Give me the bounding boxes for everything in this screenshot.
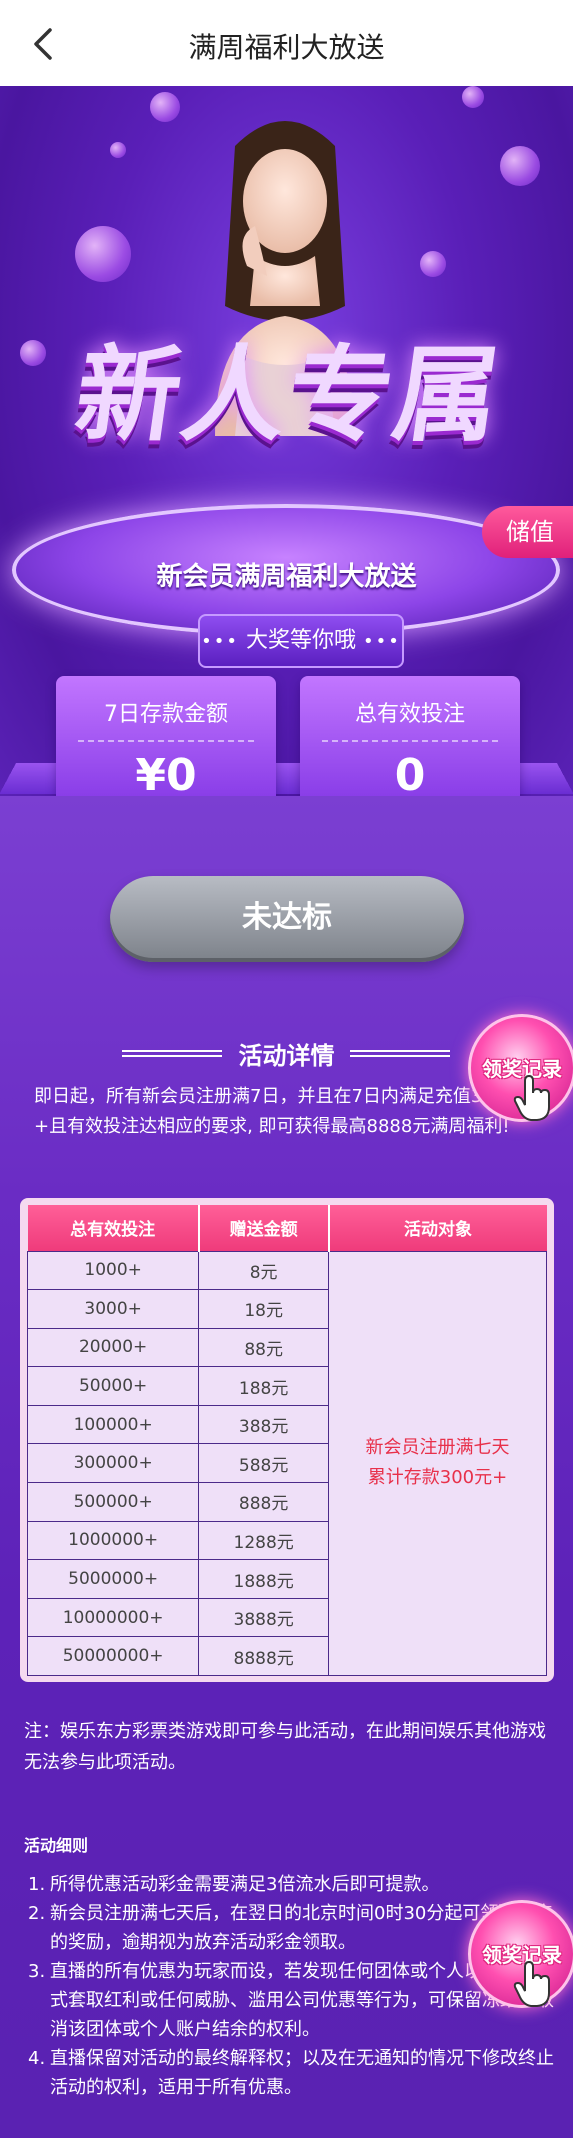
column-header: 总有效投注 xyxy=(27,1205,200,1251)
bonus-cell: 1888元 xyxy=(198,1559,330,1599)
table-row: 1000+ 8元 新会员注册满七天 累计存款300元+ xyxy=(26,1250,547,1677)
bet-cell: 100000+ xyxy=(26,1404,200,1445)
decor-bubble xyxy=(75,226,131,282)
decor-bubble xyxy=(420,251,446,277)
hand-pointer-icon xyxy=(513,1074,550,1121)
header: 满周福利大放送 xyxy=(0,0,573,86)
decor-bubble xyxy=(20,340,46,366)
page-title: 满周福利大放送 xyxy=(188,31,385,64)
reward-record-button[interactable]: 领奖记录 xyxy=(468,1900,573,2008)
bonus-cell: 888元 xyxy=(198,1482,330,1522)
bet-cell: 1000+ xyxy=(26,1250,200,1291)
bonus-cell: 188元 xyxy=(198,1366,330,1406)
divider xyxy=(78,740,254,742)
hero-title: 新人专属 xyxy=(68,334,510,456)
bonus-cell: 3888元 xyxy=(198,1597,330,1638)
rule-item: 1. 所得优惠活动彩金需要满足3倍流水后即可提款。 xyxy=(28,1870,558,1899)
rule-number: 1. xyxy=(28,1874,46,1895)
bet-cell: 50000000+ xyxy=(26,1636,200,1677)
activity-note: 注：娱乐东方彩票类游戏即可参与此活动，在此期间娱乐其他游戏无法参与此项活动。 xyxy=(24,1721,546,1773)
bet-cell: 50000+ xyxy=(26,1366,200,1406)
decor-bubble xyxy=(500,146,540,186)
stat-label: 总有效投注 xyxy=(354,702,465,727)
bonus-cell: 8元 xyxy=(198,1250,330,1291)
rule-number: 3. xyxy=(28,1961,46,1982)
decor-bubble xyxy=(110,142,126,158)
hero-subtitle: 新会员满周福利大放送 xyxy=(156,562,417,592)
target-cell: 新会员注册满七天 累计存款300元+ xyxy=(328,1250,547,1677)
target-line: 累计存款300元+ xyxy=(367,1467,508,1489)
reward-record-button[interactable]: 领奖记录 xyxy=(468,1014,573,1122)
table-header-row: 总有效投注 赠送金额 活动对象 xyxy=(27,1205,547,1251)
stat-card-bet: 总有效投注 0 xyxy=(300,676,520,801)
rule-text: 直播保留对活动的最终解释权；以及在无通知的情况下修改终止活动的权利，适用于所有优… xyxy=(50,2048,554,2098)
bet-cell: 10000000+ xyxy=(26,1597,200,1638)
bet-cell: 1000000+ xyxy=(26,1520,200,1561)
prize-text: 大奖等你哦 xyxy=(245,628,356,653)
bet-cell: 300000+ xyxy=(26,1443,200,1484)
prize-banner: ••• 大奖等你哦 ••• xyxy=(198,614,404,668)
stat-value: ¥0 xyxy=(135,750,197,801)
rule-item: 4. 直播保留对活动的最终解释权；以及在无通知的情况下修改终止活动的权利，适用于所… xyxy=(28,2044,558,2102)
deposit-button[interactable]: 储值 xyxy=(482,506,573,558)
bonus-cell: 88元 xyxy=(198,1327,330,1368)
dots-decor: ••• xyxy=(363,631,401,652)
bonus-cell: 8888元 xyxy=(198,1636,330,1677)
column-header: 活动对象 xyxy=(328,1205,547,1251)
bet-cell: 5000000+ xyxy=(26,1559,200,1599)
decor-bubble xyxy=(150,92,180,122)
bet-cell: 500000+ xyxy=(26,1482,200,1522)
stat-label: 7日存款金额 xyxy=(104,702,228,727)
bonus-cell: 588元 xyxy=(198,1443,330,1484)
target-line: 新会员注册满七天 xyxy=(365,1437,510,1459)
bet-cell: 20000+ xyxy=(26,1327,200,1368)
decor-bubble xyxy=(462,86,484,108)
bet-cell: 3000+ xyxy=(26,1289,200,1329)
bonus-cell: 1288元 xyxy=(198,1520,330,1561)
column-header: 赠送金额 xyxy=(198,1205,330,1251)
rule-number: 2. xyxy=(28,1903,46,1924)
rule-number: 4. xyxy=(28,2048,46,2069)
divider xyxy=(322,740,498,742)
activity-intro: 即日起，所有新会员注册满7日，并且在7日内满足充值300元+且有效投注达相应的要… xyxy=(34,1086,524,1137)
status-button[interactable]: 未达标 xyxy=(110,876,464,962)
stat-value: 0 xyxy=(394,750,426,801)
bonus-cell: 388元 xyxy=(198,1404,330,1445)
stat-card-deposit: 7日存款金额 ¥0 xyxy=(56,676,276,801)
rule-text: 所得优惠活动彩金需要满足3倍流水后即可提款。 xyxy=(50,1874,440,1895)
title-decor-line xyxy=(350,1050,450,1057)
dots-decor: ••• xyxy=(201,631,239,652)
hand-pointer-icon xyxy=(513,1960,550,2007)
reward-table: 总有效投注 赠送金额 活动对象 1000+ 8元 新会员注册满七天 累计存款30… xyxy=(20,1198,554,1682)
rules-title: 活动细则 xyxy=(24,1836,89,1855)
bonus-cell: 18元 xyxy=(198,1289,330,1329)
